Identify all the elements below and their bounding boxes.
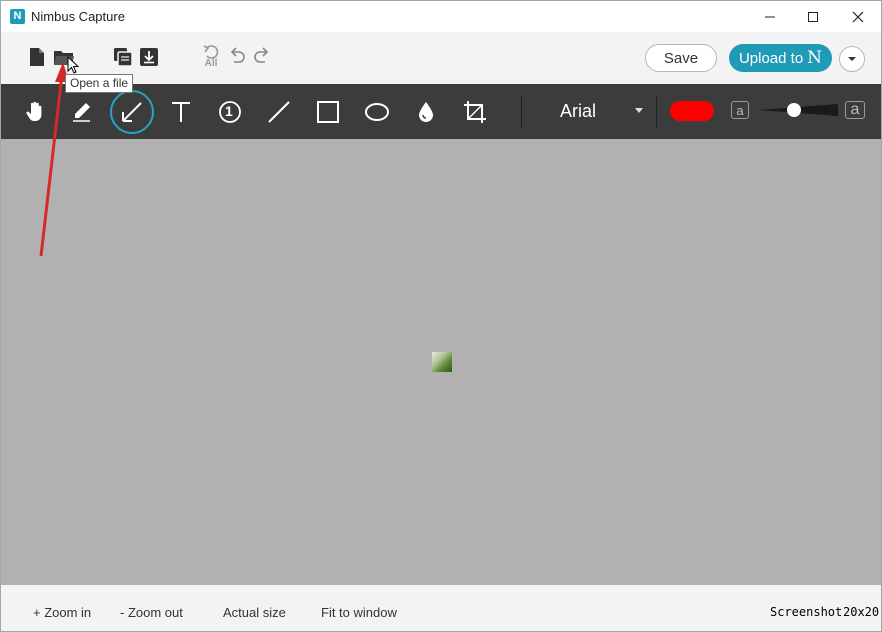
line-tool[interactable]: [260, 93, 298, 131]
mouse-cursor-icon: [67, 56, 80, 74]
fit-to-window-button[interactable]: Fit to window: [321, 605, 397, 620]
redo-button[interactable]: [251, 45, 273, 67]
upload-label: Upload to: [738, 49, 804, 67]
upload-options-button[interactable]: [839, 46, 865, 72]
ellipse-tool[interactable]: [358, 93, 396, 131]
status-bar: + Zoom in - Zoom out Actual size Fit to …: [1, 585, 881, 631]
editor-canvas[interactable]: [1, 139, 881, 585]
copy-button[interactable]: [111, 45, 135, 69]
zoom-out-button[interactable]: - Zoom out: [120, 605, 183, 620]
blur-drop-icon: [419, 102, 433, 122]
numbered-marker-label: 1: [225, 103, 233, 119]
text-icon: [172, 102, 190, 122]
rectangle-icon: [317, 101, 339, 123]
window-title: Nimbus Capture: [31, 9, 125, 24]
redo-icon: [254, 47, 269, 63]
arrow-tool[interactable]: [110, 90, 154, 134]
capture-mode-label: Screenshot: [770, 605, 843, 619]
numbered-marker-tool[interactable]: 1: [211, 93, 249, 131]
pen-icon: [73, 103, 90, 122]
font-dropdown-caret-icon: [635, 108, 643, 113]
toolbar-divider: [656, 95, 657, 128]
rectangle-tool[interactable]: [309, 93, 347, 131]
copy-icon: [114, 48, 133, 67]
save-button[interactable]: Save: [645, 44, 717, 72]
download-button[interactable]: [137, 45, 161, 69]
line-icon: [268, 101, 290, 123]
undo-all-button[interactable]: All: [199, 44, 223, 70]
maximize-button[interactable]: [790, 1, 836, 32]
text-tool[interactable]: [162, 93, 200, 131]
crop-icon: [464, 101, 486, 123]
download-icon: [140, 48, 158, 66]
undo-icon: [230, 47, 245, 63]
blur-tool[interactable]: [407, 93, 445, 131]
actual-size-button[interactable]: Actual size: [223, 605, 286, 620]
close-icon: [852, 11, 864, 22]
upload-button[interactable]: Upload to N: [729, 44, 832, 72]
title-bar: N Nimbus Capture: [1, 1, 881, 32]
image-dimensions-label: 20x20: [843, 605, 880, 619]
ellipse-icon: [365, 103, 389, 121]
undo-button[interactable]: [226, 45, 248, 67]
minimize-icon: [765, 16, 775, 17]
app-window: N Nimbus Capture All Save Upload to N Op…: [0, 0, 882, 632]
chevron-down-icon: [848, 57, 856, 61]
screenshot-image[interactable]: [432, 352, 452, 372]
color-picker[interactable]: [670, 101, 714, 121]
font-name: Arial: [560, 100, 597, 121]
nimbus-note-logo: N: [807, 48, 823, 68]
crop-tool[interactable]: [456, 93, 494, 131]
open-file-tooltip: Open a file: [65, 74, 134, 93]
toolbar-divider: [521, 95, 522, 128]
size-small-label: a: [731, 101, 749, 119]
close-button[interactable]: [835, 1, 881, 32]
undo-all-icon: [203, 45, 219, 59]
maximize-icon: [808, 11, 818, 22]
arrow-icon: [122, 102, 142, 122]
nimbus-app-icon: N: [10, 9, 25, 24]
size-big-label: a: [845, 101, 865, 119]
minimize-button[interactable]: [747, 1, 793, 32]
undo-all-label: All: [204, 58, 218, 69]
font-selector[interactable]: Arial: [549, 97, 649, 125]
zoom-in-button[interactable]: + Zoom in: [33, 605, 91, 620]
stroke-size-slider-thumb[interactable]: [787, 103, 801, 117]
